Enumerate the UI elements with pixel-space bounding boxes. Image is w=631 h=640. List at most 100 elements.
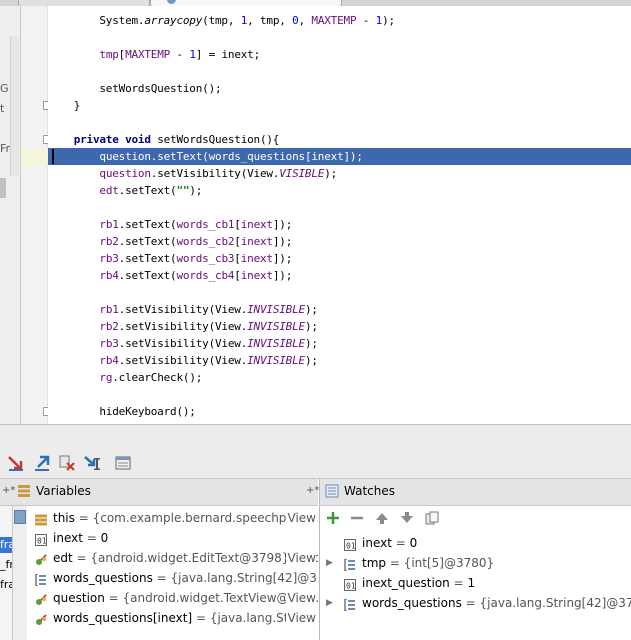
code-token: private void [73, 133, 158, 146]
code-line[interactable]: rb4.setVisibility(View.INVISIBLE); [48, 352, 631, 369]
code-line[interactable] [48, 63, 631, 80]
code-token: .setText( [118, 269, 177, 282]
code-line[interactable]: edt.setText(""); [48, 182, 631, 199]
code-line[interactable]: System.arraycopy(tmp, 1, tmp, 0, MAXTEMP… [48, 12, 631, 29]
variables-panel-header: +* Variables [0, 479, 318, 506]
code-line-current[interactable]: question.setText(words_questions[inext])… [48, 148, 631, 165]
code-line[interactable]: tmp[MAXTEMP - 1] = inext; [48, 46, 631, 63]
variable-row[interactable]: ▶words_questions[inext] = {java.lang.Str… [13, 608, 318, 628]
code-token: - [170, 48, 190, 61]
add-watch-icon[interactable] [326, 511, 340, 525]
code-line[interactable] [48, 114, 631, 131]
variable-equals: = [72, 551, 91, 565]
code-line[interactable] [48, 29, 631, 46]
code-token: words_cb4 [176, 269, 235, 282]
variables-title: Variables [36, 484, 91, 498]
code-token: edt [99, 184, 119, 197]
code-line[interactable] [48, 386, 631, 403]
primitive-icon: 01 [344, 577, 356, 591]
code-line[interactable]: private void setWordsQuestion(){ [48, 131, 631, 148]
restore-layout-icon[interactable] [14, 510, 26, 524]
code-token: question [99, 150, 151, 163]
watches-panel-header: +* Watches [306, 479, 631, 506]
watch-value: {java.lang.String[42]@3781} [479, 596, 631, 610]
step-out-icon[interactable] [33, 454, 51, 472]
watch-row[interactable]: ▶ tmp = {int[5]@3780} [320, 553, 631, 573]
code-token: "" [176, 184, 190, 197]
view-link[interactable]: View [285, 508, 316, 528]
watch-equals: = [391, 536, 410, 550]
code-token: words_cb1 [176, 218, 235, 231]
panel-splitter[interactable] [0, 424, 631, 452]
code-line[interactable]: rb1.setVisibility(View.INVISIBLE); [48, 301, 631, 318]
variable-row[interactable]: ▶edt = {android.widget.EditText@3798} "a… [13, 548, 318, 568]
variable-equals: = [82, 531, 101, 545]
code-line[interactable]: rb1.setText(words_cb1[inext]); [48, 216, 631, 233]
code-token: arraycopy [144, 14, 203, 27]
variable-name: edt [53, 551, 73, 565]
project-scrollbar[interactable] [10, 36, 19, 176]
code-token: .setVisibility(View. [150, 167, 280, 180]
watch-name: inext [362, 536, 392, 550]
remove-watch-icon[interactable] [350, 511, 364, 525]
run-to-cursor-icon[interactable] [83, 454, 101, 472]
code-line[interactable]: rb2.setText(words_cb2[inext]); [48, 233, 631, 250]
watches-tree[interactable]: 01 inext = 0 ▶ tmp = {int[5]@3780} 01 inext_q… [319, 530, 631, 640]
code-token: ] = inext; [195, 48, 261, 61]
code-token: INVISIBLE [247, 303, 305, 316]
view-link[interactable]: View [285, 608, 316, 628]
code-line[interactable]: rb2.setVisibility(View.INVISIBLE); [48, 318, 631, 335]
pin-icon[interactable]: +* [306, 485, 319, 496]
variable-row[interactable]: ▶words_questions = {java.lang.String[42]… [13, 568, 318, 588]
variables-tree[interactable]: ▶this = {com.example.bernard.speechparol… [13, 506, 318, 640]
variable-row[interactable]: ▶question = {android.widget.TextView@380… [13, 588, 318, 608]
watch-row[interactable]: ▶ words_questions = {java.lang.String[42]… [320, 593, 631, 613]
code-line[interactable]: rb4.setText(words_cb4[inext]); [48, 267, 631, 284]
variable-equals: = [104, 591, 123, 605]
editor-gutter[interactable] [21, 6, 48, 424]
frame-item[interactable]: fra [0, 577, 12, 593]
code-line[interactable] [48, 284, 631, 301]
watch-value: {int[5]@3780} [403, 556, 495, 570]
frame-item[interactable]: _fr [0, 557, 12, 573]
code-token: rb3 [99, 252, 119, 265]
code-line[interactable]: } [48, 97, 631, 114]
watch-equals: = [449, 576, 468, 590]
code-line[interactable] [48, 199, 631, 216]
code-token: , [298, 14, 312, 27]
code-editor[interactable]: System.arraycopy(tmp, 1, tmp, 0, MAXTEMP… [48, 6, 631, 424]
watch-row[interactable]: 01 inext = 0 [320, 533, 631, 553]
view-link[interactable]: View [285, 588, 316, 608]
variable-row[interactable]: 01 inext = 0 [13, 528, 318, 548]
code-line[interactable]: rg.clearCheck(); [48, 369, 631, 386]
watch-row[interactable]: 01 inext_question = 1 [320, 573, 631, 593]
code-line[interactable]: setWordsQuestion(); [48, 80, 631, 97]
variable-equals: = [152, 571, 171, 585]
watch-equals: = [461, 596, 480, 610]
code-line[interactable]: question.setVisibility(View.VISIBLE); [48, 165, 631, 182]
pin-icon[interactable]: +* [2, 485, 15, 496]
frame-item[interactable]: fra [0, 537, 12, 553]
step-into-icon[interactable] [7, 454, 25, 472]
view-link[interactable]: View [285, 548, 316, 568]
move-up-icon[interactable] [375, 511, 389, 525]
expand-arrow-icon[interactable]: ▶ [326, 593, 333, 613]
variable-row[interactable]: ▶this = {com.example.bernard.speechparol… [13, 508, 318, 528]
code-token: ]); [272, 235, 293, 248]
code-line[interactable]: rb3.setVisibility(View.INVISIBLE); [48, 335, 631, 352]
code-line[interactable]: hideKeyboard(); [48, 403, 631, 420]
watch-value: 1 [467, 576, 476, 590]
drop-frame-icon[interactable] [58, 454, 76, 472]
expand-arrow-icon[interactable]: ▶ [326, 553, 333, 573]
code-token: ); [324, 167, 338, 180]
copy-watch-icon[interactable] [425, 511, 439, 525]
evaluate-expression-icon[interactable] [114, 454, 132, 472]
move-down-icon[interactable] [400, 511, 414, 525]
variable-equals: = [74, 511, 93, 525]
code-line[interactable]: rb3.setText(words_cb3[inext]); [48, 250, 631, 267]
code-token: ); [304, 337, 318, 350]
svg-text:01: 01 [37, 537, 47, 546]
